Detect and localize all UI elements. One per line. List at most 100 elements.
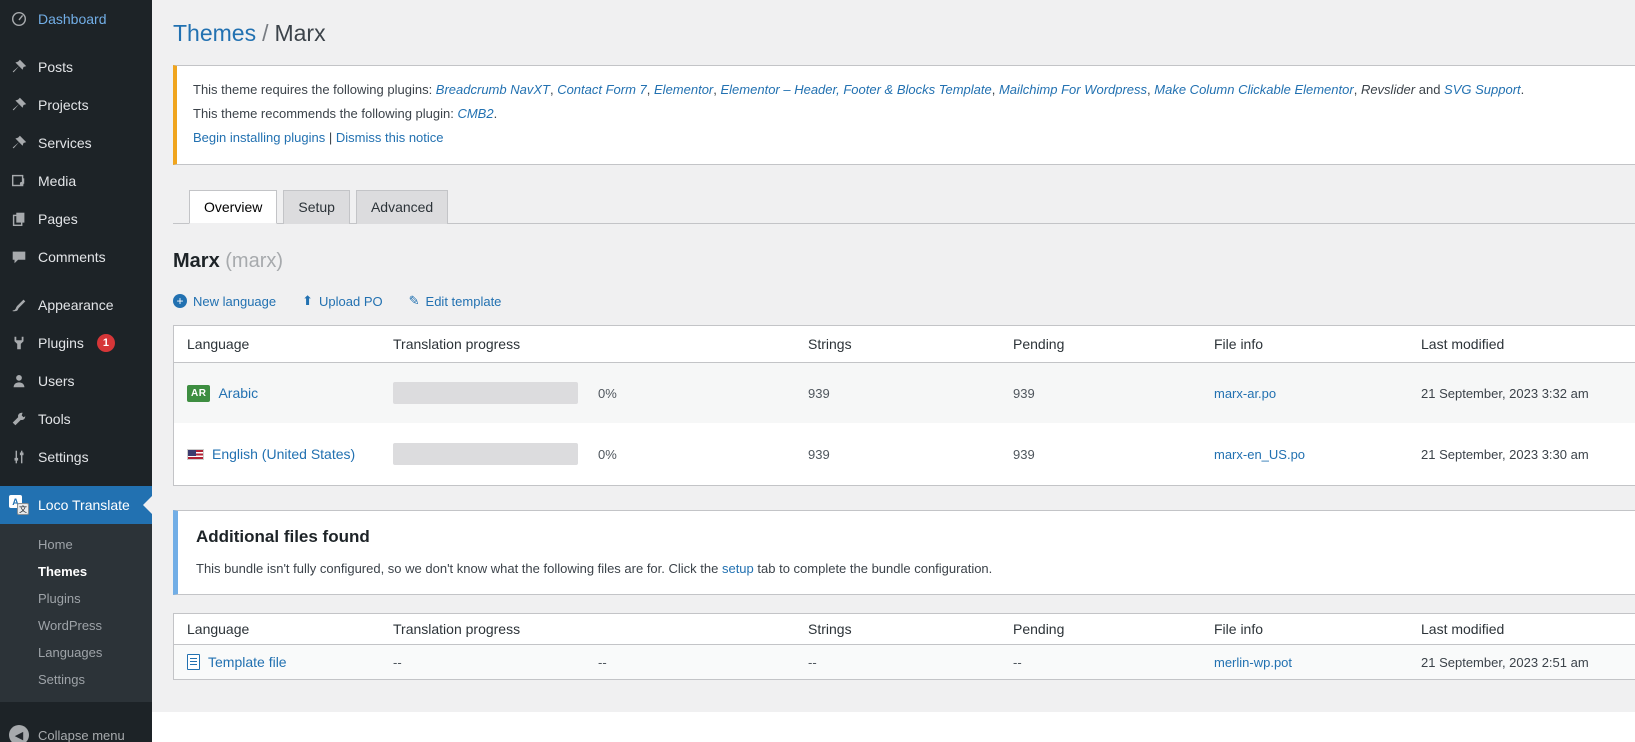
text: , [992, 82, 999, 97]
progress-bar [393, 443, 578, 465]
sidebar-item-label: Media [38, 173, 76, 189]
sidebar-item-pages[interactable]: Pages [0, 200, 152, 238]
plugin-link[interactable]: SVG Support [1444, 82, 1521, 97]
sidebar-item-loco-translate[interactable]: A文Loco Translate [0, 486, 152, 524]
update-count-badge: 1 [97, 334, 115, 352]
us-flag-icon [187, 449, 204, 460]
recommended-plugin-line: This theme recommends the following plug… [193, 104, 1635, 125]
column-header-last-modified: Last modified [1421, 336, 1635, 352]
pushpin-icon [9, 95, 29, 115]
sidebar-item-dashboard[interactable]: Dashboard [0, 0, 152, 38]
sidebar-item-services[interactable]: Services [0, 124, 152, 162]
notice-actions: Begin installing plugins | Dismiss this … [193, 128, 1635, 149]
loco-translate-icon: A文 [9, 495, 29, 515]
additional-files-text: This bundle isn't fully configured, so w… [196, 561, 1635, 576]
upload-po-link[interactable]: ⬆Upload PO [302, 293, 383, 309]
column-header-file-info: File info [1214, 336, 1421, 352]
file-info-cell: marx-ar.po [1214, 386, 1421, 401]
plugin-link[interactable]: Elementor – Header, Footer & Blocks Temp… [721, 82, 992, 97]
file-link[interactable]: marx-en_US.po [1214, 447, 1305, 462]
admin-sidebar: Dashboard PostsProjects Services Media Pages… [0, 0, 152, 742]
required-plugins-line: This theme requires the following plugin… [193, 80, 1635, 101]
plugin-link[interactable]: Elementor [654, 82, 713, 97]
file-icon [187, 654, 200, 670]
language-link[interactable]: English (United States) [212, 446, 355, 462]
plugin-link[interactable]: Breadcrumb NavXT [436, 82, 550, 97]
plugin-link[interactable]: Contact Form 7 [557, 82, 647, 97]
action-label: Edit template [426, 294, 502, 309]
sidebar-item-posts[interactable]: Posts [0, 48, 152, 86]
breadcrumb-themes-link[interactable]: Themes [173, 20, 256, 46]
column-header-pending: Pending [1013, 336, 1214, 352]
pushpin-icon [9, 133, 29, 153]
tab-overview[interactable]: Overview [189, 190, 277, 224]
sidebar-item-label: Services [38, 135, 92, 151]
sidebar-item-users[interactable]: Users [0, 362, 152, 400]
strings-count: 939 [808, 447, 1013, 462]
language-link[interactable]: Template file [208, 654, 287, 670]
plugin-name: Revslider [1361, 82, 1415, 97]
progress-percent: 0% [598, 386, 808, 401]
upload-icon: ⬆ [302, 293, 313, 309]
plugin-icon [9, 333, 29, 353]
sidebar-item-plugins[interactable]: Plugins1 [0, 324, 152, 362]
last-modified: 21 September, 2023 3:32 am [1421, 386, 1635, 401]
sidebar-item-comments[interactable]: Comments [0, 238, 152, 276]
menu-separator [0, 276, 152, 286]
strings-count: 939 [808, 386, 1013, 401]
edit-template-link[interactable]: ✎Edit template [409, 293, 502, 309]
sidebar-item-projects[interactable]: Projects [0, 86, 152, 124]
menu-separator [0, 38, 152, 48]
file-link[interactable]: merlin-wp.pot [1214, 655, 1292, 670]
dismiss-notice-link[interactable]: Dismiss this notice [336, 130, 444, 145]
plugin-link[interactable]: Make Column Clickable Elementor [1154, 82, 1353, 97]
sidebar-item-label: Pages [38, 211, 78, 227]
language-link[interactable]: Arabic [218, 385, 258, 401]
submenu-item-languages[interactable]: Languages [0, 639, 152, 666]
plugin-link[interactable]: Mailchimp For Wordpress [999, 82, 1147, 97]
breadcrumb: Themes/Marx [173, 20, 1635, 47]
strings-count: -- [808, 655, 1013, 670]
sidebar-item-media[interactable]: Media [0, 162, 152, 200]
sidebar-item-label: Appearance [38, 297, 114, 313]
table-row: ARArabic0%939939marx-ar.po21 September, … [174, 363, 1635, 423]
text: . [1521, 82, 1525, 97]
table-header-row: LanguageTranslation progressStringsPendi… [174, 326, 1635, 363]
column-header-pending: Pending [1013, 621, 1214, 637]
column-header-language: Language [187, 336, 393, 352]
page-bottom-strip [152, 712, 1635, 742]
text: and [1415, 82, 1444, 97]
submenu-item-settings[interactable]: Settings [0, 666, 152, 693]
pending-count: -- [1013, 655, 1214, 670]
sidebar-item-appearance[interactable]: Appearance [0, 286, 152, 324]
column-header-strings: Strings [808, 621, 1013, 637]
begin-installing-plugins-link[interactable]: Begin installing plugins [193, 130, 325, 145]
collapse-menu-button[interactable]: ◀ Collapse menu [0, 714, 152, 742]
tools-icon [9, 409, 29, 429]
new-language-link[interactable]: +New language [173, 293, 276, 309]
submenu-item-plugins[interactable]: Plugins [0, 585, 152, 612]
text: , [1354, 82, 1361, 97]
tab-bar: OverviewSetupAdvanced [173, 189, 1635, 224]
column-header-language: Language [187, 621, 393, 637]
tab-setup[interactable]: Setup [283, 190, 350, 224]
sidebar-item-label: Tools [38, 411, 71, 427]
submenu-item-home[interactable]: Home [0, 531, 152, 558]
tab-advanced[interactable]: Advanced [356, 190, 448, 224]
appearance-icon [9, 295, 29, 315]
pending-count: 939 [1013, 386, 1214, 401]
media-icon [9, 171, 29, 191]
submenu-item-themes[interactable]: Themes [0, 558, 152, 585]
files-table: LanguageTranslation progressStringsPendi… [173, 613, 1635, 680]
bundle-slug: (marx) [225, 250, 283, 272]
submenu-item-wordpress[interactable]: WordPress [0, 612, 152, 639]
plugin-link-cmb2[interactable]: CMB2 [457, 106, 493, 121]
users-icon [9, 371, 29, 391]
setup-tab-link[interactable]: setup [722, 561, 754, 576]
progress-bar-cell [393, 382, 598, 404]
column-header-translation-progress: Translation progress [393, 336, 598, 352]
plugins-required-notice: This theme requires the following plugin… [173, 65, 1635, 165]
sidebar-item-tools[interactable]: Tools [0, 400, 152, 438]
file-link[interactable]: marx-ar.po [1214, 386, 1276, 401]
sidebar-item-settings[interactable]: Settings [0, 438, 152, 476]
